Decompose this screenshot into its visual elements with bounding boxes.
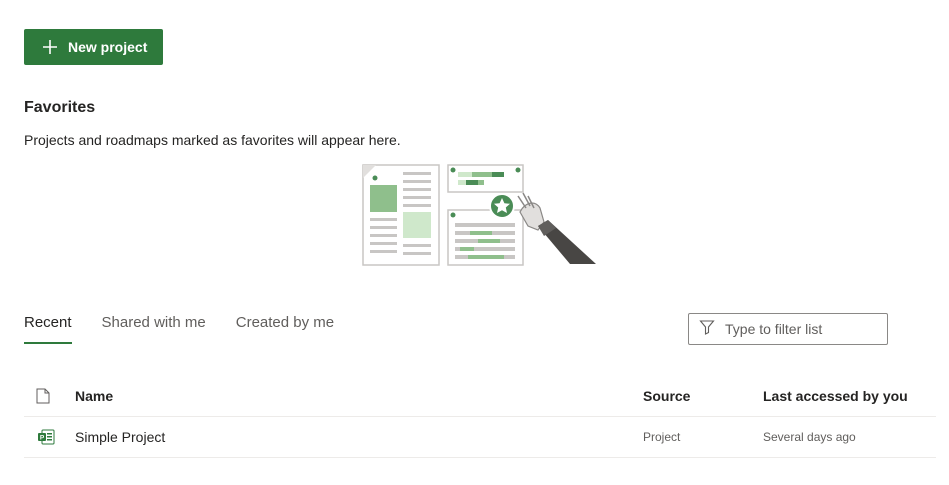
column-header-name[interactable]: Name	[75, 376, 113, 416]
tab-recent[interactable]: Recent	[24, 314, 72, 344]
row-name[interactable]: Simple Project	[75, 417, 165, 457]
row-source: Project	[643, 430, 681, 444]
column-header-last-accessed[interactable]: Last accessed by you	[763, 376, 908, 416]
svg-text:P: P	[40, 435, 45, 442]
plus-icon	[42, 39, 58, 55]
project-file-icon: P	[37, 417, 55, 457]
filter-icon	[699, 319, 715, 340]
new-project-label: New project	[68, 39, 148, 55]
table-row[interactable]: P Simple Project Project Several days ag…	[24, 417, 936, 458]
column-header-source[interactable]: Source	[643, 376, 690, 416]
tab-created-by-me[interactable]: Created by me	[236, 314, 334, 344]
tab-bar: Recent Shared with me Created by me	[24, 314, 364, 346]
favorites-illustration	[362, 164, 596, 266]
file-type-icon[interactable]	[36, 376, 50, 416]
row-last-accessed: Several days ago	[763, 430, 856, 444]
filter-box[interactable]	[688, 313, 888, 345]
tab-shared-with-me[interactable]: Shared with me	[102, 314, 206, 344]
filter-input[interactable]	[723, 320, 877, 338]
table-header: Name Source Last accessed by you	[24, 376, 936, 417]
favorites-heading: Favorites	[24, 99, 96, 116]
favorites-description: Projects and roadmaps marked as favorite…	[24, 132, 401, 148]
new-project-button[interactable]: New project	[24, 29, 163, 65]
